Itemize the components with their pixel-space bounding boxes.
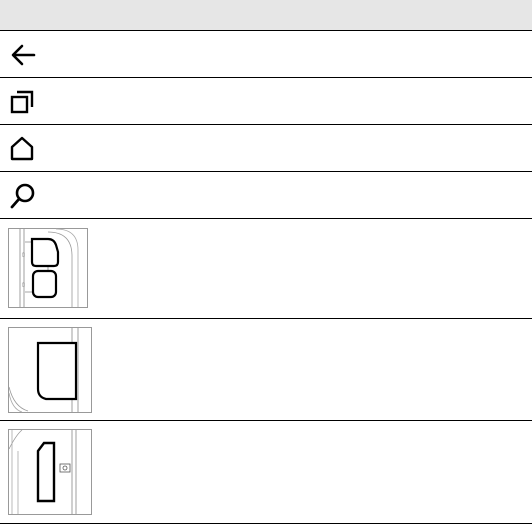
search-icon <box>8 181 38 211</box>
table-header <box>0 0 532 31</box>
back-arrow-icon <box>8 40 38 70</box>
table-row <box>0 125 532 172</box>
table-row <box>0 78 532 125</box>
svg-text:▯: ▯ <box>22 282 25 288</box>
table-row <box>0 31 532 78</box>
device-side-slot-diagram <box>8 327 92 413</box>
table-row <box>0 421 532 524</box>
device-side-port-diagram <box>8 429 92 515</box>
table-row <box>0 319 532 421</box>
table-row: ▯ ▯ <box>0 219 532 319</box>
recent-apps-icon <box>8 87 38 117</box>
table-row <box>0 172 532 219</box>
icon-table: ▯ ▯ <box>0 0 532 524</box>
device-volume-buttons-diagram: ▯ ▯ <box>8 225 88 311</box>
home-icon <box>8 134 38 164</box>
svg-text:▯: ▯ <box>22 252 25 258</box>
